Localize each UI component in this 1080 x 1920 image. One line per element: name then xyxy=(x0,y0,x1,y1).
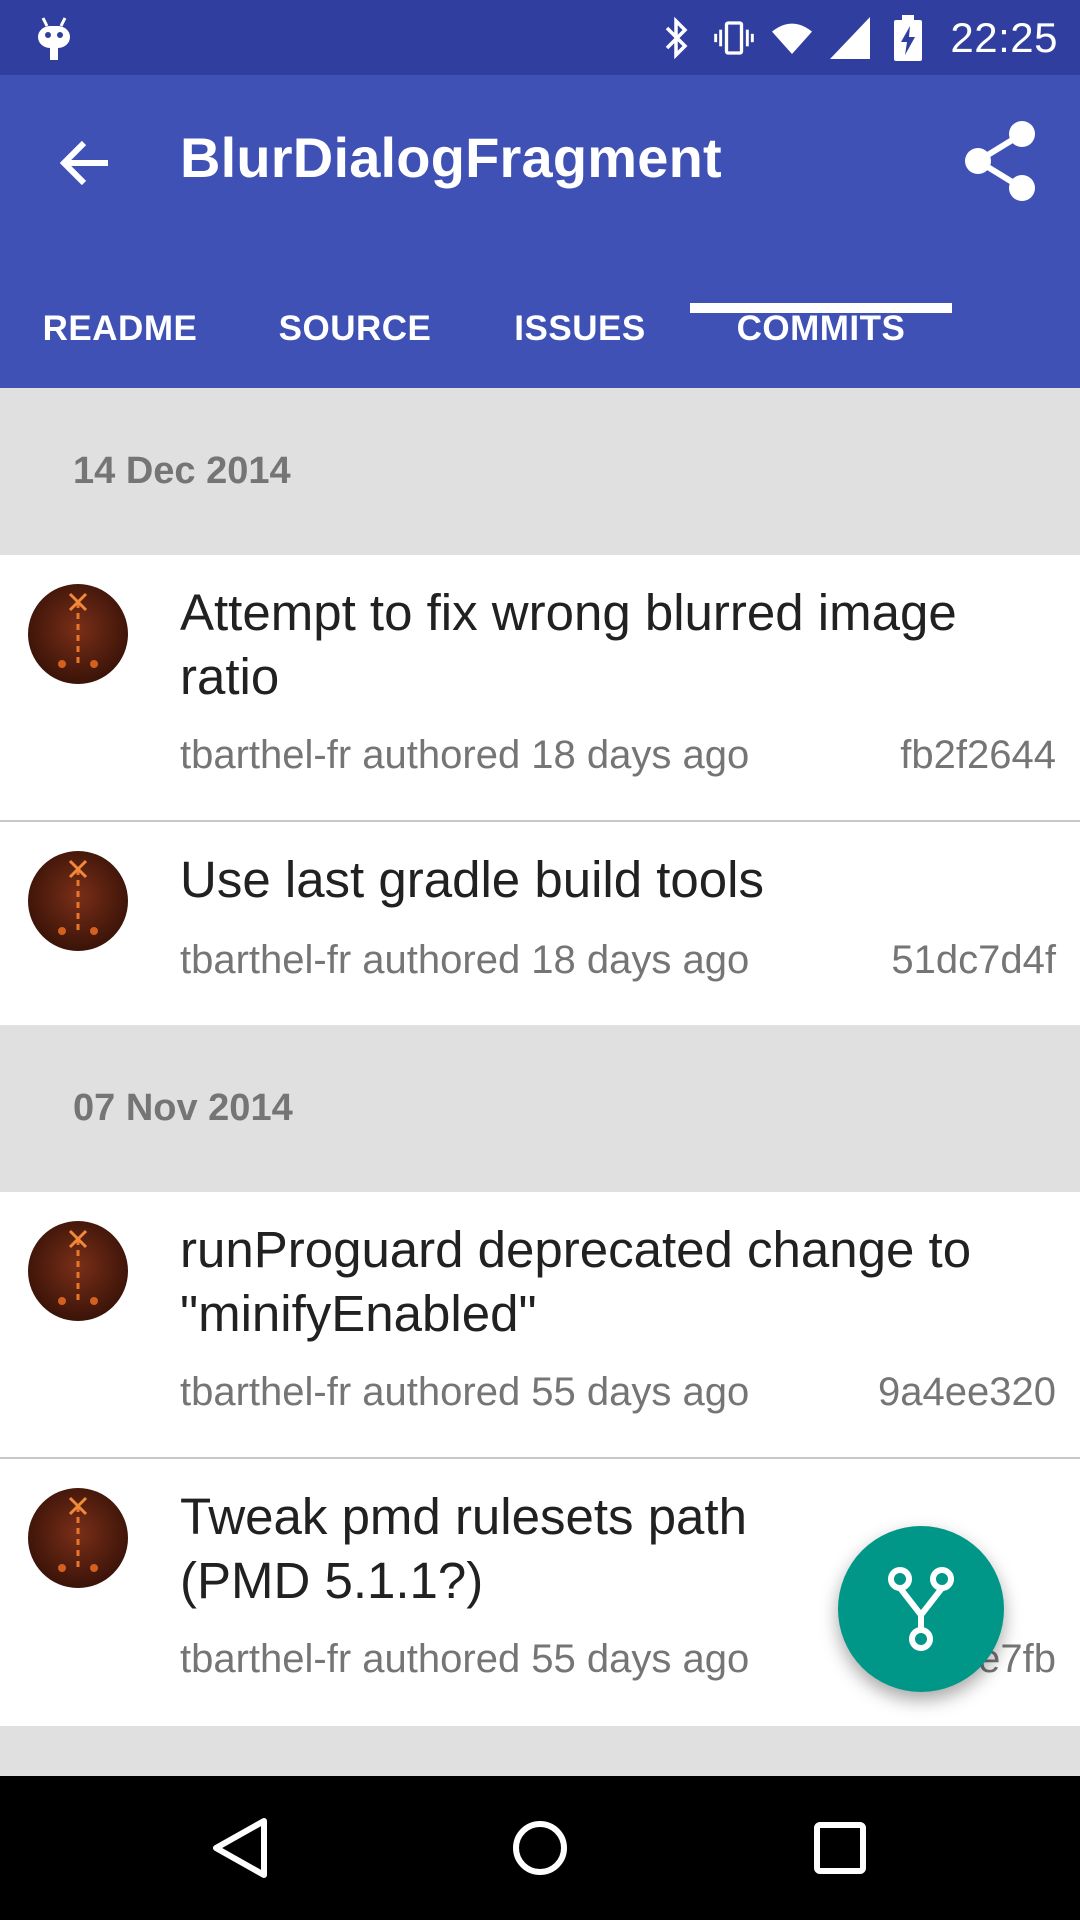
bluetooth-icon xyxy=(656,15,696,61)
commit-message: Attempt to fix wrong blurred image ratio xyxy=(180,584,957,705)
commit-meta: tbarthel-fr authored 18 days ago 51dc7d4… xyxy=(180,938,1056,983)
git-branch-icon xyxy=(888,1567,954,1651)
navigation-bar xyxy=(0,1776,1080,1920)
commit-author-line: tbarthel-fr authored 18 days ago xyxy=(180,733,750,777)
nav-home-icon[interactable] xyxy=(490,1798,590,1898)
section-date: 14 Dec 2014 xyxy=(73,450,291,492)
commit-row[interactable]: Attempt to fix wrong blurred image ratio… xyxy=(0,555,1080,822)
section-header xyxy=(0,1726,1080,1776)
avatar xyxy=(28,1488,128,1588)
avatar xyxy=(28,851,128,951)
section-header: 07 Nov 2014 xyxy=(0,1025,1080,1192)
commit-sha: fb2f2644 xyxy=(900,733,1056,777)
commit-message: Tweak pmd rulesets path (PMD 5.1.1?) xyxy=(180,1488,747,1609)
commit-meta: tbarthel-fr authored 18 days ago fb2f264… xyxy=(180,733,1056,778)
commit-sha: 51dc7d4f xyxy=(891,938,1056,982)
tab-source[interactable]: SOURCE xyxy=(279,270,431,388)
android-debug-icon xyxy=(34,14,74,62)
commit-author-line: tbarthel-fr authored 55 days ago xyxy=(180,1370,750,1414)
commit-meta: tbarthel-fr authored 55 days ago 9a4ee32… xyxy=(180,1370,1056,1415)
nav-recents-icon[interactable] xyxy=(790,1798,890,1898)
commit-row[interactable]: runProguard deprecated change to "minify… xyxy=(0,1192,1080,1459)
commit-sha: 9a4ee320 xyxy=(878,1370,1056,1414)
commit-message: Use last gradle build tools xyxy=(180,851,764,908)
avatar xyxy=(28,584,128,684)
avatar xyxy=(28,1221,128,1321)
commit-message: runProguard deprecated change to "minify… xyxy=(180,1221,972,1342)
tab-readme[interactable]: README xyxy=(40,270,200,388)
commit-row[interactable]: Use last gradle build tools tbarthel-fr … xyxy=(0,822,1080,1025)
tab-issues[interactable]: ISSUES xyxy=(512,270,648,388)
wifi-icon xyxy=(772,15,813,61)
battery-charging-icon xyxy=(888,14,928,61)
page-title: BlurDialogFragment xyxy=(180,126,722,189)
status-time: 22:25 xyxy=(950,13,1058,61)
arrow-back-icon[interactable] xyxy=(52,130,118,196)
commit-author-line: tbarthel-fr authored 55 days ago xyxy=(180,1637,750,1681)
section-header: 14 Dec 2014 xyxy=(0,388,1080,555)
commit-author-line: tbarthel-fr authored 18 days ago xyxy=(180,938,750,982)
app-bar: BlurDialogFragment README SOURCE ISSUES … xyxy=(0,75,1080,388)
tab-commits[interactable]: COMMITS xyxy=(732,270,910,388)
tab-bar: README SOURCE ISSUES COMMITS xyxy=(0,270,1080,388)
nav-back-icon[interactable] xyxy=(190,1798,290,1898)
section-date: 07 Nov 2014 xyxy=(73,1087,293,1129)
fork-fab-button[interactable] xyxy=(838,1526,1004,1692)
selected-tab-indicator xyxy=(690,303,952,313)
share-icon[interactable] xyxy=(960,119,1040,203)
status-bar: 22:25 xyxy=(0,0,1080,75)
cell-signal-icon xyxy=(830,15,871,61)
vibrate-icon xyxy=(714,15,755,61)
